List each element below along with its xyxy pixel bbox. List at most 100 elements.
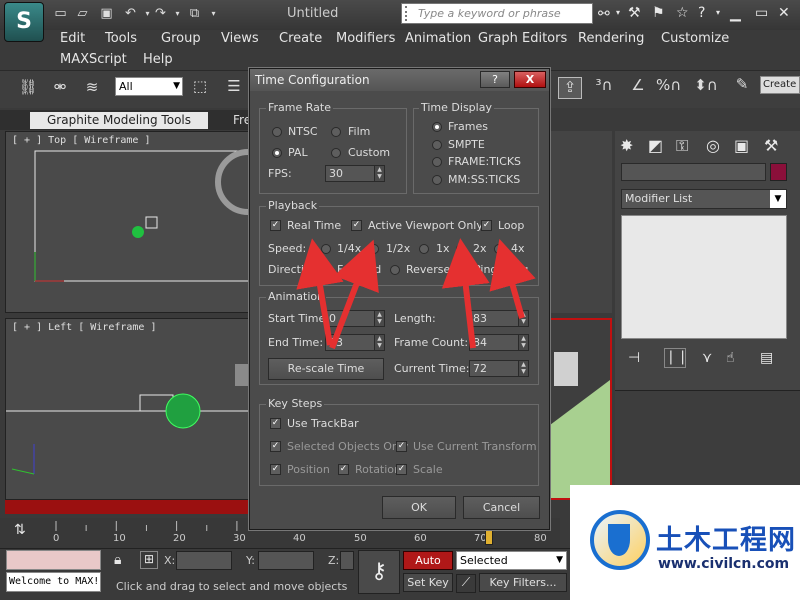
- frames-radio[interactable]: [432, 122, 442, 132]
- utilities-panel-icon[interactable]: ⚒: [764, 136, 778, 155]
- redo-dropdown-icon[interactable]: ▾: [169, 6, 186, 22]
- menu-modifiers[interactable]: Modifiers: [336, 31, 395, 46]
- y-coordinate-field[interactable]: [258, 551, 314, 570]
- search-input[interactable]: Type a keyword or phrase: [401, 3, 593, 24]
- menu-create[interactable]: Create: [279, 31, 322, 46]
- ntsc-radio[interactable]: [272, 127, 282, 137]
- hierarchy-panel-icon[interactable]: ⚿: [676, 136, 688, 156]
- set-key-button[interactable]: Set Key: [403, 573, 453, 592]
- tab-graphite-modeling-tools[interactable]: Graphite Modeling Tools: [30, 112, 208, 129]
- start-time-spinner[interactable]: 0 ▲ ▼: [325, 310, 385, 327]
- rescale-time-button[interactable]: Re-scale Time: [268, 358, 384, 380]
- menu-views[interactable]: Views: [221, 31, 259, 46]
- key-filters-button[interactable]: Key Filters...: [479, 573, 567, 592]
- frame-count-spinner[interactable]: 84 ▲ ▼: [469, 334, 529, 351]
- spinner-arrows-icon[interactable]: ▲ ▼: [518, 311, 528, 326]
- select-by-name-icon[interactable]: ☰: [222, 77, 246, 99]
- menu-animation[interactable]: Animation: [405, 31, 471, 46]
- bind-to-space-warp-icon[interactable]: ≋: [80, 78, 104, 100]
- percent-snap-icon[interactable]: %∩: [656, 76, 681, 98]
- edit-named-selection-icon[interactable]: ✎: [730, 75, 754, 97]
- scale-checkbox[interactable]: ✓: [396, 464, 407, 475]
- spinner-arrows-icon[interactable]: ▲ ▼: [374, 166, 384, 181]
- show-end-result-icon[interactable]: ❘❘: [664, 348, 688, 368]
- auto-key-button[interactable]: Auto Key: [403, 551, 453, 584]
- new-file-icon[interactable]: ▭: [52, 6, 69, 22]
- speed-2x-radio[interactable]: [456, 244, 466, 254]
- rotation-checkbox[interactable]: ✓: [338, 464, 349, 475]
- current-time-spinner[interactable]: 72 ▲ ▼: [469, 360, 529, 377]
- undo-icon[interactable]: ↶: [122, 6, 139, 22]
- save-icon[interactable]: ▣: [98, 6, 115, 22]
- align-icon[interactable]: ⇪: [558, 77, 582, 99]
- project-folder-icon[interactable]: ⧉: [186, 6, 203, 22]
- time-slider-toggle-icon[interactable]: ⇅: [14, 522, 26, 538]
- spinner-snap-icon[interactable]: ⬍∩: [694, 76, 718, 98]
- display-panel-icon[interactable]: ▣: [734, 136, 749, 155]
- create-panel-icon[interactable]: ✸: [620, 136, 633, 155]
- menu-tools[interactable]: Tools: [105, 31, 137, 46]
- angle-snap-icon[interactable]: ∠: [626, 76, 650, 98]
- menu-customize[interactable]: Customize: [661, 31, 729, 46]
- cancel-button[interactable]: Cancel: [463, 496, 540, 519]
- open-folder-icon[interactable]: ▱: [74, 6, 91, 22]
- speed-1x-radio[interactable]: [419, 244, 429, 254]
- object-color-swatch[interactable]: [770, 163, 787, 181]
- redo-icon[interactable]: ↷: [152, 6, 169, 22]
- maxscript-listener-mini[interactable]: [6, 550, 101, 570]
- z-coordinate-field[interactable]: [340, 551, 354, 570]
- object-name-field[interactable]: [621, 163, 766, 181]
- modifier-stack[interactable]: [621, 215, 787, 339]
- app-logo-button[interactable]: S: [4, 2, 44, 42]
- pal-radio[interactable]: [272, 148, 282, 158]
- menu-rendering[interactable]: Rendering: [578, 31, 644, 46]
- minimize-icon[interactable]: ▁: [730, 6, 741, 22]
- select-and-link-icon[interactable]: ⛓: [16, 78, 40, 100]
- ping-pong-radio[interactable]: [458, 265, 468, 275]
- snaps-toggle-icon[interactable]: ³∩: [592, 76, 616, 98]
- subscription-icon[interactable]: ⚒: [628, 5, 641, 21]
- menu-group[interactable]: Group: [161, 31, 201, 46]
- help-dropdown-icon[interactable]: ▾: [716, 8, 720, 17]
- quick-access-dropdown-icon[interactable]: ▾: [205, 6, 222, 22]
- use-trackbar-checkbox[interactable]: ✓: [270, 418, 281, 429]
- absolute-mode-icon[interactable]: ⊞: [140, 551, 158, 569]
- position-checkbox[interactable]: ✓: [270, 464, 281, 475]
- make-unique-icon[interactable]: ⋎: [702, 350, 712, 366]
- remove-modifier-icon[interactable]: ☝: [726, 350, 735, 366]
- speed-4x-radio[interactable]: [494, 244, 504, 254]
- reverse-radio[interactable]: [390, 265, 400, 275]
- ok-button[interactable]: OK: [382, 496, 456, 519]
- default-in-out-tangent-icon[interactable]: ⟋: [456, 574, 476, 593]
- select-object-icon[interactable]: ⬚: [188, 77, 212, 99]
- lock-selection-icon[interactable]: 🔒︎: [114, 552, 121, 568]
- dialog-help-button[interactable]: ?: [480, 71, 510, 88]
- menu-graph-editors[interactable]: Graph Editors: [478, 31, 567, 46]
- mmss-ticks-radio[interactable]: [432, 175, 442, 185]
- motion-panel-icon[interactable]: ◎: [706, 136, 720, 155]
- forward-radio[interactable]: [321, 265, 331, 275]
- spinner-arrows-icon[interactable]: ▲ ▼: [374, 335, 384, 350]
- viewport-front[interactable]: [548, 131, 612, 313]
- spinner-arrows-icon[interactable]: ▲ ▼: [518, 361, 528, 376]
- viewport-perspective[interactable]: [548, 318, 612, 500]
- communication-center-icon[interactable]: ⚑: [652, 5, 665, 21]
- key-mode-dropdown[interactable]: Selected ▼: [456, 551, 567, 570]
- selected-objects-only-checkbox[interactable]: ✓: [270, 441, 281, 452]
- fps-spinner[interactable]: 30 ▲ ▼: [325, 165, 385, 182]
- smpte-radio[interactable]: [432, 140, 442, 150]
- maximize-icon[interactable]: ▭: [755, 5, 768, 21]
- favorites-star-icon[interactable]: ☆: [676, 5, 689, 21]
- configure-modifier-sets-icon[interactable]: ▤: [760, 350, 773, 366]
- film-radio[interactable]: [331, 127, 341, 137]
- modify-panel-icon[interactable]: ◩: [648, 136, 663, 155]
- active-viewport-only-checkbox[interactable]: ✓: [351, 220, 362, 231]
- menu-maxscript[interactable]: MAXScript: [60, 52, 127, 67]
- loop-checkbox[interactable]: ✓: [481, 220, 492, 231]
- selection-filter-dropdown[interactable]: All ▼: [115, 77, 183, 96]
- real-time-checkbox[interactable]: ✓: [270, 220, 281, 231]
- binoculars-icon[interactable]: ⚯: [598, 6, 610, 22]
- menu-help[interactable]: Help: [143, 52, 173, 67]
- viewport-top[interactable]: [ + ] Top [ Wireframe ]: [5, 131, 251, 313]
- dialog-close-button[interactable]: X: [514, 71, 546, 88]
